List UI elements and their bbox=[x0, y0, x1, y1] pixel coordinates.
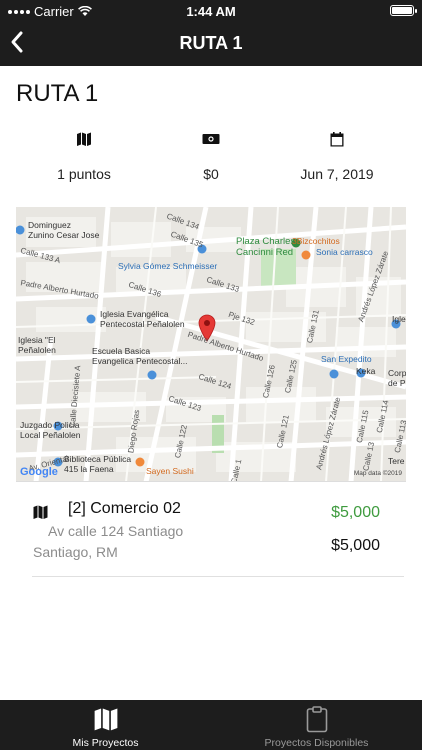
stat-points: 1 puntos bbox=[19, 128, 149, 182]
map-place-dominguez: Dominguez Zunino Cesar Jose bbox=[28, 220, 100, 240]
map-place-iglesia-el: Iglesia "El Peñalolen bbox=[18, 335, 56, 355]
map-icon bbox=[19, 128, 149, 150]
map-place-keka: Keka bbox=[356, 366, 376, 376]
tab-mis-proyectos[interactable]: Mis Proyectos bbox=[0, 700, 211, 750]
map-icon bbox=[32, 504, 49, 525]
item-name: [2] Comercio 02 bbox=[68, 500, 181, 517]
status-time: 1:44 AM bbox=[186, 4, 236, 19]
map-place-biblioteca: Biblioteca Pública 415 la Faena bbox=[64, 454, 132, 474]
navigation-bar: Carrier 1:44 AM RUTA 1 bbox=[0, 0, 422, 66]
map-data-attribution: Map data ©2019 bbox=[353, 470, 402, 477]
tab-mis-proyectos-label: Mis Proyectos bbox=[72, 737, 139, 749]
map-place-tere: Tere bbox=[388, 456, 405, 466]
clipboard-icon bbox=[211, 706, 422, 733]
tab-proyectos-disponibles[interactable]: Proyectos Disponibles bbox=[211, 700, 422, 750]
map-place-plaza: Plaza Charles Cancinni Red bbox=[236, 236, 296, 258]
item-city: Santiago, RM bbox=[33, 544, 118, 560]
map-place-bizcochitos: 3Bizcochitos bbox=[292, 236, 340, 246]
item-price-bottom: $5,000 bbox=[331, 537, 380, 554]
calendar-icon bbox=[272, 128, 402, 150]
stat-date: Jun 7, 2019 bbox=[272, 128, 402, 182]
map-place-iglesia-right: Igle bbox=[392, 314, 406, 324]
stat-date-value: Jun 7, 2019 bbox=[300, 166, 374, 182]
divider bbox=[32, 576, 404, 577]
page-title: RUTA 1 bbox=[16, 80, 99, 107]
item-price-top: $5,000 bbox=[331, 504, 380, 521]
tab-proyectos-disponibles-label: Proyectos Disponibles bbox=[264, 737, 369, 749]
stat-amount-value: $0 bbox=[203, 166, 219, 182]
route-stats: 1 puntos $0 Jun 7, 2019 bbox=[0, 128, 422, 188]
tab-bar: Mis Proyectos Proyectos Disponibles bbox=[0, 700, 422, 750]
list-item[interactable]: [2] Comercio 02 Av calle 124 Santiago Sa… bbox=[0, 490, 422, 578]
stat-points-value: 1 puntos bbox=[57, 166, 111, 182]
map-place-corp: Corp de P bbox=[388, 368, 406, 388]
map-place-iglesia-pentecostal: Iglesia Evangélica Pentecostal Peñalolen bbox=[100, 309, 185, 329]
item-address: Av calle 124 Santiago bbox=[48, 523, 184, 539]
stat-amount: $0 bbox=[146, 128, 276, 182]
map-place-sylvia: Sylvia Gómez Schmeisser bbox=[118, 261, 218, 271]
map-place-san-expedito: San Expedito bbox=[321, 354, 372, 364]
google-logo: Google bbox=[20, 466, 58, 478]
route-map[interactable]: Dominguez Zunino Cesar Jose Sylvia Gómez… bbox=[16, 207, 406, 482]
map-place-sayen: Sayen Sushi bbox=[146, 466, 194, 476]
map-place-sonia: Sonia carrasco bbox=[316, 247, 373, 257]
nav-title: RUTA 1 bbox=[179, 33, 243, 53]
money-icon bbox=[146, 128, 276, 150]
map-icon bbox=[0, 706, 211, 732]
status-bar: Carrier 1:44 AM bbox=[0, 0, 422, 22]
map-place-escuela: Escuela Basica Evangelica Pentecostal... bbox=[92, 346, 188, 366]
battery-icon bbox=[390, 5, 417, 16]
